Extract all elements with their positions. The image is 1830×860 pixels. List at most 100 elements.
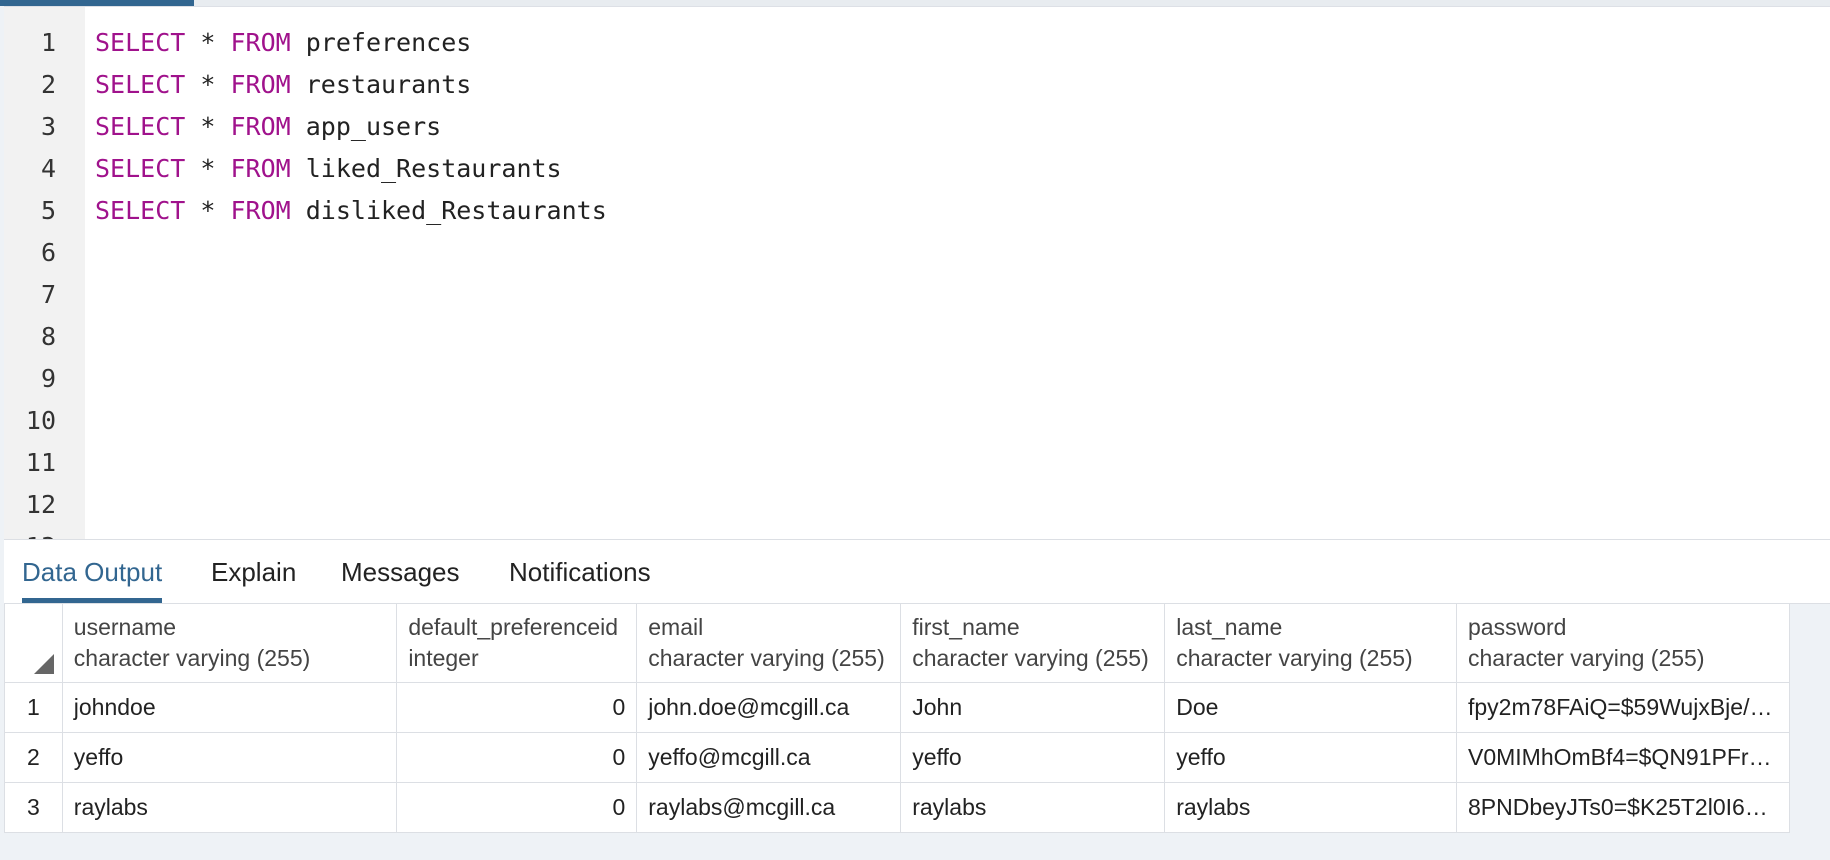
column-name: username [73,614,177,640]
code-lines: 1 SELECT * FROM preferences 2 SELECT * FRO… [4,22,1830,540]
line-number: 9 [40,364,56,393]
tab-messages[interactable]: Messages [341,540,460,600]
column-header-email[interactable]: email character varying (255) [636,603,902,683]
code-line: 13 [4,526,1830,540]
column-name: first_name [912,614,1020,640]
cell-first-name[interactable]: raylabs [900,782,1166,833]
line-number: 8 [40,322,56,351]
tab-notifications[interactable]: Notifications [509,540,651,600]
code-line: 12 [4,484,1830,526]
data-output-grid: username character varying (255) default_… [4,603,1790,833]
sql-table-name: disliked_Restaurants [290,196,607,225]
sql-table-name: restaurants [290,70,472,99]
line-number: 1 [40,28,56,57]
sql-table-name: preferences [290,28,472,57]
sql-operator: * [185,196,231,225]
sql-operator: * [185,70,231,99]
cell-last-name[interactable]: Doe [1164,682,1457,733]
cell-email[interactable]: john.doe@mcgill.ca [636,682,902,733]
code-line: 2 SELECT * FROM restaurants [4,64,1830,106]
sql-keyword: FROM [230,70,291,99]
query-editor[interactable]: 1 SELECT * FROM preferences 2 SELECT * FRO… [4,6,1830,540]
cell-last-name[interactable]: raylabs [1164,782,1457,833]
code-line: 11 [4,442,1830,484]
column-name: password [1468,614,1567,640]
column-header-password[interactable]: password character varying (255) [1456,603,1790,683]
sql-keyword: SELECT [95,154,186,183]
column-type: character varying (255) [1176,645,1413,671]
cell-email[interactable]: raylabs@mcgill.ca [636,782,902,833]
cell-default-preferenceid[interactable]: 0 [396,682,638,733]
line-number: 6 [40,238,56,267]
tab-explain[interactable]: Explain [211,540,296,600]
code-line: 4 SELECT * FROM liked_Restaurants [4,148,1830,190]
column-type: character varying (255) [73,645,311,671]
line-number: 12 [25,490,56,519]
line-number: 4 [40,154,56,183]
line-number: 11 [25,448,56,477]
code-line: 10 [4,400,1830,442]
sql-keyword: SELECT [95,70,186,99]
sql-table-name: liked_Restaurants [290,154,562,183]
sql-keyword: FROM [230,28,291,57]
column-type: character varying (255) [912,645,1149,671]
line-number: 10 [25,406,56,435]
cell-username[interactable]: johndoe [61,682,398,733]
sql-keyword: FROM [230,196,291,225]
code-line: 9 [4,358,1830,400]
line-number: 5 [40,196,56,225]
code-line: 8 [4,316,1830,358]
column-header-last-name[interactable]: last_name character varying (255) [1164,603,1457,683]
cell-default-preferenceid[interactable]: 0 [396,732,638,783]
sql-keyword: SELECT [95,112,186,141]
sql-table-name: app_users [290,112,442,141]
sql-keyword: SELECT [95,28,186,57]
column-type: character varying (255) [648,645,885,671]
select-all-corner[interactable] [4,603,63,683]
table-row[interactable]: 2 yeffo 0 yeffo@mcgill.ca yeffo yeffo V0… [4,732,1790,783]
table-row[interactable]: 1 johndoe 0 john.doe@mcgill.ca John Doe … [4,682,1790,733]
cell-password[interactable]: 8PNDbeyJTs0=$K25T2l0I6… [1456,782,1790,833]
sql-keyword: FROM [230,154,291,183]
code-line: 3 SELECT * FROM app_users [4,106,1830,148]
code-line: 6 [4,232,1830,274]
row-number[interactable]: 1 [4,682,63,733]
cell-password[interactable]: fpy2m78FAiQ=$59WujxBje/… [1456,682,1790,733]
cell-first-name[interactable]: yeffo [900,732,1166,783]
tab-data-output[interactable]: Data Output [22,540,163,603]
row-number[interactable]: 3 [4,782,63,833]
cell-username[interactable]: raylabs [61,782,398,833]
column-name: email [648,614,704,640]
column-header-first-name[interactable]: first_name character varying (255) [900,603,1166,683]
cell-default-preferenceid[interactable]: 0 [396,782,638,833]
sql-keyword: SELECT [95,196,186,225]
code-line: 5 SELECT * FROM disliked_Restaurants [4,190,1830,232]
line-number: 3 [40,112,56,141]
column-header-username[interactable]: username character varying (255) [61,603,398,683]
code-line: 7 [4,274,1830,316]
line-number: 2 [40,70,56,99]
cell-last-name[interactable]: yeffo [1164,732,1457,783]
sql-operator: * [185,28,231,57]
table-row[interactable]: 3 raylabs 0 raylabs@mcgill.ca raylabs ra… [4,782,1790,833]
output-tab-bar: Data Output Explain Messages Notificatio… [4,539,1830,604]
select-all-icon [33,654,54,674]
cell-password[interactable]: V0MIMhOmBf4=$QN91PFr… [1456,732,1790,783]
column-type: integer [408,645,479,671]
sql-operator: * [185,112,231,141]
line-number: 13 [4,526,56,540]
line-number: 7 [40,280,56,309]
cell-first-name[interactable]: John [900,682,1166,733]
results-table: username character varying (255) default_… [4,603,1790,833]
cell-username[interactable]: yeffo [61,732,398,783]
column-name: last_name [1176,614,1283,640]
column-type: character varying (255) [1468,645,1705,671]
row-number[interactable]: 2 [4,732,63,783]
sql-keyword: FROM [230,112,291,141]
cell-email[interactable]: yeffo@mcgill.ca [636,732,902,783]
column-header-default-preferenceid[interactable]: default_preferenceidinteger [396,603,638,683]
sql-operator: * [185,154,231,183]
code-line: 1 SELECT * FROM preferences [4,22,1830,64]
header-row: username character varying (255) default_… [4,603,1790,683]
column-name: default_preferenceid [408,614,619,640]
